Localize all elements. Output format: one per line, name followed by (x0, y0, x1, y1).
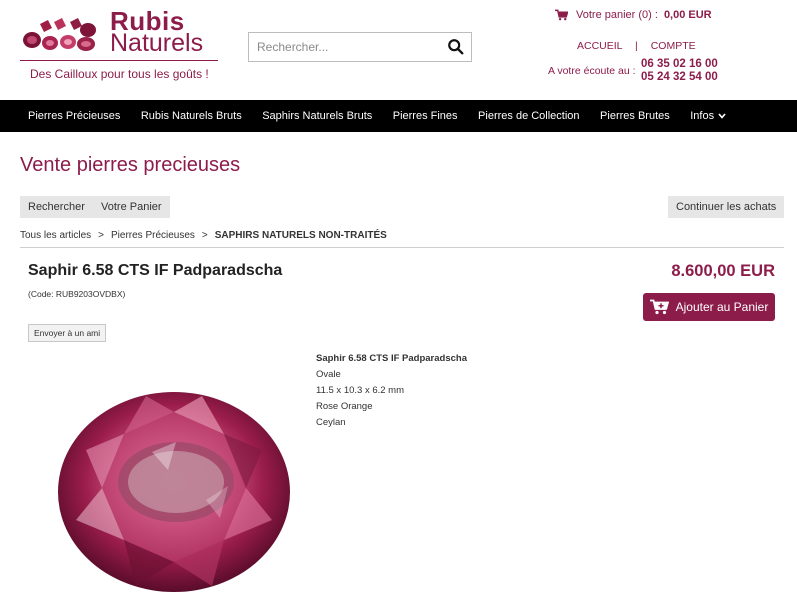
logo-title-line2: Naturels (110, 29, 204, 57)
contact-label: A votre écoute au : (548, 65, 636, 77)
logo-underline (20, 60, 218, 61)
breadcrumb-all-articles[interactable]: Tous les articles (20, 230, 91, 241)
phone-number-1[interactable]: 06 35 02 16 00 (641, 58, 718, 71)
nav-item-saphirs-naturels-bruts[interactable]: Saphirs Naturels Bruts (262, 110, 372, 122)
nav-item-pierres-brutes[interactable]: Pierres Brutes (600, 110, 670, 122)
nav-item-pierres-fines[interactable]: Pierres Fines (393, 110, 458, 122)
home-link[interactable]: ACCUEIL (577, 40, 622, 52)
gems-logo-icon (23, 18, 96, 51)
add-to-cart-button[interactable]: Ajouter au Panier (643, 293, 775, 321)
search-box (248, 32, 472, 62)
details-title: Saphir 6.58 CTS IF Padparadscha (316, 353, 467, 364)
link-separator: | (635, 40, 638, 52)
product-price: 8.600,00 EUR (671, 262, 775, 280)
page-title: Vente pierres precieuses (20, 154, 241, 176)
cart-icon (555, 9, 568, 21)
product-title: Saphir 6.58 CTS IF Padparadscha (28, 262, 283, 279)
breadcrumb-separator: > (98, 230, 104, 241)
nav-item-infos[interactable]: Infos (690, 110, 726, 122)
site-logo[interactable]: Rubis Naturels Des Cailloux pour tous le… (20, 6, 220, 86)
nav-item-rubis-naturels-bruts[interactable]: Rubis Naturels Bruts (141, 110, 242, 122)
nav-item-infos-label: Infos (690, 110, 715, 122)
product-details: Saphir 6.58 CTS IF Padparadscha Ovale 11… (316, 351, 467, 431)
divider (20, 247, 784, 248)
cart-amount: 0,00 EUR (663, 9, 712, 21)
nav-item-pierres-precieuses[interactable]: Pierres Précieuses (28, 110, 120, 122)
chevron-down-icon (718, 113, 726, 119)
search-button[interactable]: Rechercher (20, 196, 93, 218)
logo-tagline: Des Cailloux pour tous les goûts ! (30, 67, 209, 81)
send-to-friend-button[interactable]: Envoyer à un ami (28, 324, 107, 342)
cart-summary[interactable]: Votre panier (0) : 0,00 EUR (555, 9, 712, 21)
main-nav: Pierres Précieuses Rubis Naturels Bruts … (0, 100, 797, 132)
continue-shopping-button[interactable]: Continuer les achats (668, 196, 785, 218)
view-cart-button[interactable]: Votre Panier (93, 196, 170, 218)
cart-plus-icon (649, 299, 669, 315)
cart-label: Votre panier (0) : (576, 9, 658, 21)
top-links: ACCUEIL | COMPTE (577, 40, 696, 52)
details-shape: Ovale (316, 369, 341, 380)
breadcrumb-pierres-precieuses[interactable]: Pierres Précieuses (111, 230, 195, 241)
breadcrumb-current: SAPHIRS NATURELS NON-TRAITÉS (214, 230, 387, 241)
account-link[interactable]: COMPTE (651, 40, 696, 52)
search-icon[interactable] (447, 38, 465, 56)
breadcrumb-separator: > (201, 230, 208, 241)
nav-item-pierres-de-collection[interactable]: Pierres de Collection (478, 110, 580, 122)
details-color: Rose Orange (316, 401, 373, 412)
add-to-cart-label: Ajouter au Panier (675, 300, 769, 314)
phone-numbers: 06 35 02 16 00 05 24 32 54 00 (641, 58, 718, 84)
breadcrumb: Tous les articles > Pierres Précieuses > SAP… (20, 230, 387, 241)
phone-number-2[interactable]: 05 24 32 54 00 (641, 71, 718, 84)
product-code: (Code: RUB9203OVDBX) (28, 289, 126, 299)
gem-image[interactable] (56, 390, 292, 600)
details-origin: Ceylan (316, 417, 346, 428)
search-input[interactable] (249, 33, 439, 61)
details-dimensions: 11.5 x 10.3 x 6.2 mm (316, 385, 405, 396)
